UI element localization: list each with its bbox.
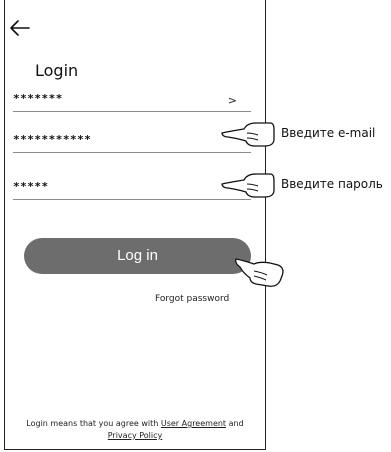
pointing-hand-icon (221, 173, 275, 198)
legal-text: Login means that you agree with User Agr… (7, 418, 263, 442)
legal-prefix: Login means that you agree with (26, 419, 159, 428)
password-hint: Введите пароль (281, 177, 383, 191)
email-field[interactable]: *********** (13, 129, 251, 153)
country-field[interactable]: ******* > (13, 88, 251, 112)
page-title: Login (35, 61, 79, 80)
password-field[interactable]: ***** (13, 176, 251, 200)
pointing-hand-icon (235, 258, 284, 287)
forgot-password-link[interactable]: Forgot password (155, 294, 229, 304)
login-button[interactable]: Log in (24, 238, 251, 274)
phone-screen: Login ******* > *********** ***** Log in… (4, 0, 266, 450)
pointing-hand-icon (221, 122, 275, 147)
back-arrow-icon[interactable] (9, 18, 31, 38)
user-agreement-link[interactable]: User Agreement (161, 419, 226, 428)
legal-and: and (228, 419, 244, 428)
email-field-value: *********** (13, 133, 92, 146)
country-field-value: ******* (13, 92, 63, 105)
chevron-right-icon: > (227, 94, 237, 107)
privacy-policy-link[interactable]: Privacy Policy (108, 431, 163, 440)
password-field-value: ***** (13, 180, 49, 193)
email-hint: Введите e-mail (281, 126, 376, 140)
